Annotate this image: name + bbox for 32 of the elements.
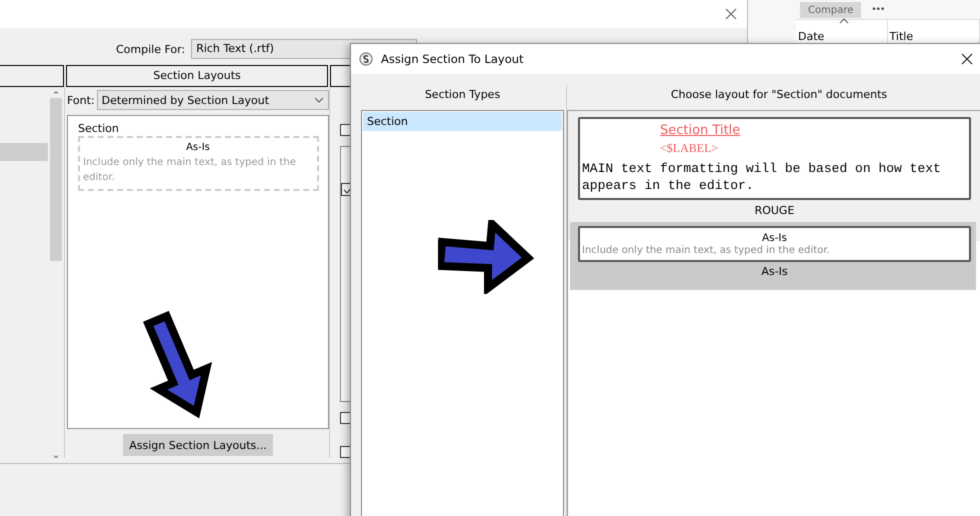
preview-body: MAIN text formatting will be based on how text appears in the editor. — [582, 160, 942, 194]
scroll-down-icon — [52, 454, 60, 458]
font-dropdown[interactable]: Determined by Section Layout — [96, 90, 329, 110]
close-icon — [961, 53, 973, 65]
app-icon — [359, 52, 373, 66]
layout-card[interactable]: As-Is Include only the main text, as typed in the editor. — [78, 136, 319, 191]
preview-title: Section Title — [659, 123, 742, 138]
compare-button[interactable]: Compare — [800, 2, 862, 18]
column-header: Choose layout for "Section" documents — [670, 87, 888, 103]
layout-name: As-Is — [185, 142, 211, 153]
layout-description: Include only the main text, as typed in the editor. — [581, 244, 831, 258]
column-header: Section Layouts — [66, 65, 328, 87]
close-icon — [725, 8, 737, 20]
assign-button[interactable]: Assign Section Layouts... — [123, 434, 273, 456]
sort-caret-icon — [839, 18, 849, 24]
layout-item[interactable]: As-Is Include only the main text, as typed in the editor. As-Is — [570, 222, 976, 290]
chevron-down-icon — [314, 97, 324, 103]
field-label: Font: — [67, 94, 95, 106]
list-item[interactable]: Section — [363, 112, 562, 131]
preview-label: <$LABEL> — [659, 141, 720, 156]
column-header: Section Types — [424, 87, 502, 103]
scroll-up-icon — [52, 91, 60, 94]
layout-name: As-Is — [760, 264, 789, 280]
column-header — [0, 65, 64, 87]
layout-name: ROUGE — [754, 203, 796, 219]
more-button[interactable]: ••• — [871, 5, 884, 15]
layout-description: Include only the main text, as typed in the editor. — [83, 156, 297, 185]
layout-name: As-Is — [760, 231, 788, 244]
scrollbar-thumb[interactable] — [50, 98, 62, 261]
layout-item[interactable]: Section Title <$LABEL> MAIN text formatting will be based on how text appears in the editor. ROUGE — [570, 113, 976, 222]
section-heading: Section — [78, 122, 120, 135]
field-label: Compile For: — [116, 42, 186, 56]
